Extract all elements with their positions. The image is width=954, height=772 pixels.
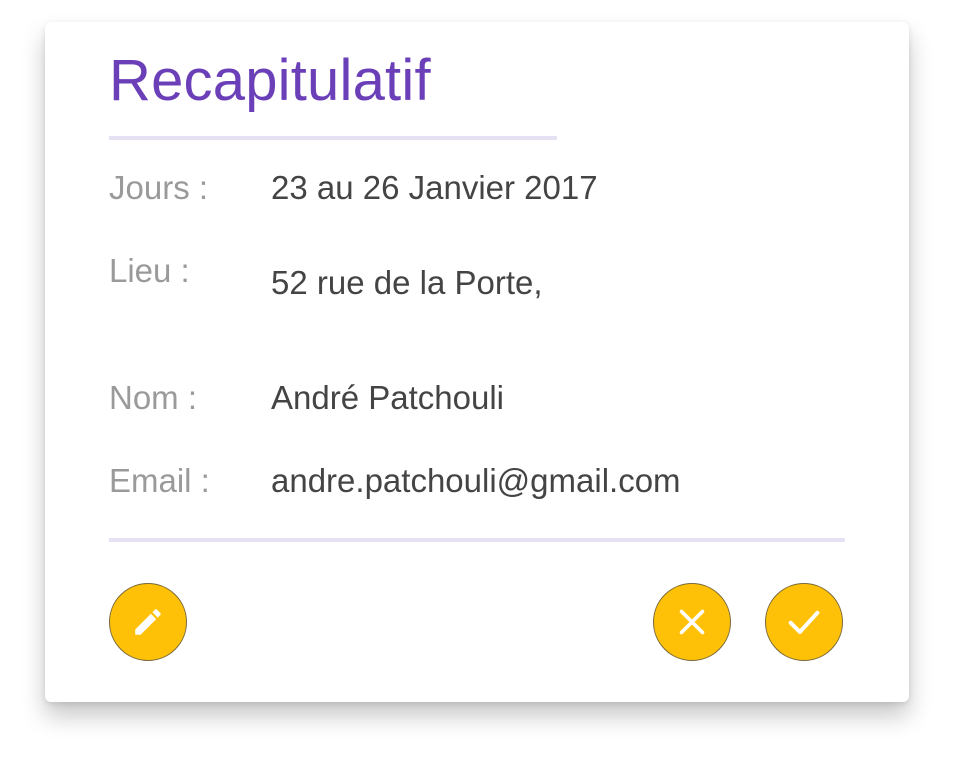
name-label: Nom :: [109, 379, 198, 416]
days-value: 23 au 26 Janvier 2017: [271, 169, 598, 206]
cancel-button[interactable]: [653, 583, 731, 661]
days-label: Jours :: [109, 169, 209, 206]
title-divider: [109, 136, 557, 140]
place-label: Lieu :: [109, 252, 190, 289]
edit-button[interactable]: [109, 583, 187, 661]
place-value: 52 rue de la Porte,: [271, 264, 543, 301]
card-title: Recapitulatif: [109, 48, 431, 113]
name-value: André Patchouli: [271, 379, 504, 416]
email-value: andre.patchouli@gmail.com: [271, 462, 681, 499]
email-label: Email :: [109, 462, 210, 499]
close-icon: [679, 609, 705, 635]
check-icon: [788, 610, 820, 634]
bottom-divider: [109, 538, 845, 542]
confirm-button[interactable]: [765, 583, 843, 661]
summary-card: Recapitulatif Jours : 23 au 26 Janvier 2…: [45, 22, 909, 702]
pencil-icon: [135, 609, 161, 635]
page: Recapitulatif Jours : 23 au 26 Janvier 2…: [0, 0, 954, 772]
